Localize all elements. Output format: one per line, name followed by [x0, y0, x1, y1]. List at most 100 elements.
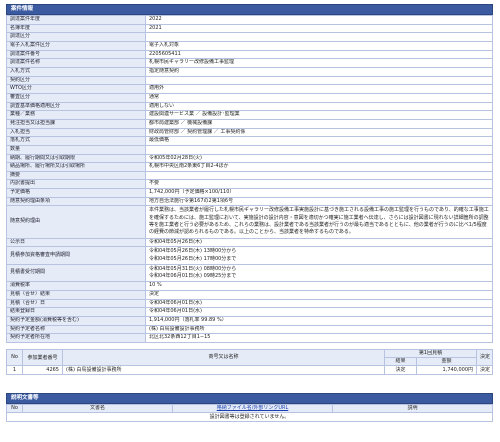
info-value: 財政局管財部 ／ 契約管理課 ／ 工事契約係	[145, 127, 493, 138]
info-row: 納期、履行期間又は引取期限 令和05年02月28日(火)	[6, 153, 493, 164]
info-value	[145, 32, 493, 42]
info-row: 業種／業務 建設関連サービス業 ／ 設備設計･監理業	[6, 110, 493, 120]
info-row: 落札方式 最低価格	[6, 136, 493, 146]
info-value: 北区北32条西12丁目1−15	[145, 333, 493, 344]
info-label: 電子入札案件区分	[6, 40, 146, 51]
info-label: 随意契約理由	[6, 205, 146, 239]
info-row: 摘要	[6, 170, 493, 181]
info-row: 納品場所、履行場所又は引取場所 札幌市中央区南2条東6丁目2-4ほか	[6, 162, 493, 172]
info-label: 調達案件番号	[6, 49, 146, 60]
col-decision: 決定	[476, 349, 493, 367]
info-label: 入札担当	[6, 127, 146, 138]
info-label: 公示日	[6, 237, 146, 248]
info-row: 入札担当 財政局管財部 ／ 契約管理課 ／ 工事契約係	[6, 127, 493, 138]
info-row: 調達案件番号 2205605411	[6, 49, 493, 60]
info-row: WTO区分 適用外	[6, 84, 493, 94]
info-value: 札幌市民ギャラリー改修設備工事監理	[145, 58, 493, 68]
info-label: 調達案件名称	[6, 58, 146, 68]
info-row: 消費税率 10 %	[6, 281, 493, 292]
info-label: 納品場所、履行場所又は引取場所	[6, 162, 146, 172]
info-value: 令和04年06月01日(水)	[145, 298, 493, 309]
info-label: 調達案件年度	[6, 15, 146, 25]
info-label: 納期、履行期間又は引取期限	[6, 153, 146, 164]
info-value: 1,914,000円（落札率 99.89 %）	[145, 316, 493, 326]
info-value: 2022	[145, 15, 493, 25]
info-row: 契約区分	[6, 75, 493, 86]
info-row: 調達区分	[6, 32, 493, 42]
info-label: 調達区分	[6, 32, 146, 42]
info-label: 入札方式	[6, 66, 146, 77]
documents-empty-message: 設計図書等は登録されていません。	[6, 412, 493, 423]
info-label: 内訳書提出	[6, 179, 146, 190]
info-row: 予定価格 1,742,000円（予定価格×100/110）	[6, 188, 493, 198]
info-row: 随意契約理由条項 地方自治法施行令第167の2第1項6号	[6, 196, 493, 207]
info-row: 契約予定者所在地 北区北32条西12丁目1−15	[6, 333, 493, 344]
col-doc-file: 格納ファイル名/外部リンクURL	[172, 404, 333, 414]
info-label: 数量	[6, 144, 146, 155]
info-value	[145, 170, 493, 181]
info-row: 数量	[6, 144, 493, 155]
info-value: 適用外	[145, 84, 493, 94]
info-row: 見積（合せ）日 令和04年06月01日(水)	[6, 298, 493, 309]
info-value: (株) 白鳥設備設計事務所	[145, 324, 493, 335]
info-value: 2205605411	[145, 49, 493, 60]
col-company-name: 商号又は名称	[62, 349, 385, 367]
info-row: 随意契約理由 本件業務は、当該業者が履行した札幌市民ギャラリー改修設備工事実施設計…	[6, 205, 493, 239]
row-company-name: (株) 白鳥設備設計事務所	[62, 365, 385, 376]
doc-file-header-link[interactable]: 格納ファイル名/外部リンクURL	[217, 406, 289, 412]
row-no: 1	[6, 365, 23, 376]
info-label: 契約区分	[6, 75, 146, 86]
col-first-estimate: 第1回見積	[384, 349, 477, 359]
info-value: 令和04年05月26日(木)	[145, 237, 493, 248]
info-label: 結果登録日	[6, 307, 146, 318]
info-row: 調査基準価格適用区分 適用しない	[6, 101, 493, 112]
row-result: 決定	[384, 365, 417, 376]
info-label: 見積（合せ）日	[6, 298, 146, 309]
info-value: 令和05年02月28日(火)	[145, 153, 493, 164]
info-label: 審査区分	[6, 92, 146, 103]
info-row: 調達案件名称 札幌市民ギャラリー改修設備工事監理	[6, 58, 493, 68]
info-label: 見積参加資格審査申請期間	[6, 246, 146, 265]
info-row: 名簿年度 2021	[6, 23, 493, 34]
info-value: 令和04年05月26日(木) 13時00分から 令和04年05月26日(木) 1…	[145, 246, 493, 265]
info-label: 契約予定者名称	[6, 324, 146, 335]
col-no: No	[6, 349, 23, 367]
info-value: 指定随意契約	[145, 66, 493, 77]
info-label: 摘要	[6, 170, 146, 181]
info-row: 契約予定者名称 (株) 白鳥設備設計事務所	[6, 324, 493, 335]
info-value: 決定	[145, 290, 493, 300]
info-row: 調達案件年度 2022	[6, 15, 493, 25]
info-row: 見積参加資格審査申請期間 令和04年05月26日(木) 13時00分から 令和04…	[6, 246, 493, 265]
info-label: 調査基準価格適用区分	[6, 101, 146, 112]
info-value: 通常	[145, 92, 493, 103]
info-value	[145, 75, 493, 86]
results-table: No 参加業者番号 商号又は名称 第1回見積 決定 結果 金額 1 4265 (…	[6, 349, 493, 376]
info-row: 内訳書提出 不要	[6, 179, 493, 190]
info-value: 地方自治法施行令第167の2第1項6号	[145, 196, 493, 207]
info-value	[145, 144, 493, 155]
info-value: 1,742,000円（予定価格×100/110）	[145, 188, 493, 198]
info-value: 適用しない	[145, 101, 493, 112]
table-row: 1 4265 (株) 白鳥設備設計事務所 決定 1,740,000円 決定	[6, 365, 493, 376]
info-value: 令和04年06月01日(水)	[145, 307, 493, 318]
info-row: 電子入札案件区分 電子入札対象	[6, 40, 493, 51]
info-label: 見積書受付期間	[6, 263, 146, 283]
info-row: 審査区分 通常	[6, 92, 493, 103]
col-bidder-number: 参加業者番号	[22, 349, 63, 367]
documents-table: No 文書名 格納ファイル名/外部リンクURL 説明 設計図書等は登録されていま…	[6, 404, 493, 423]
page-root: 案件情報 調達案件年度 2022 名簿年度 2021 調達区分 電子入札案件区分 電子入札対…	[6, 4, 493, 423]
info-row: 発注担当又は担当課 都市局建築部 ／ 機械設備課	[6, 118, 493, 129]
info-label: 予定価格	[6, 188, 146, 198]
info-label: 見積（合せ）結果	[6, 290, 146, 300]
info-label: 落札方式	[6, 136, 146, 146]
info-value: 都市局建築部 ／ 機械設備課	[145, 118, 493, 129]
info-value: 札幌市中央区南2条東6丁目2-4ほか	[145, 162, 493, 172]
info-value: 令和04年05月31日(火) 08時00分から 令和04年06月01日(水) 0…	[145, 263, 493, 283]
info-label: 名簿年度	[6, 23, 146, 34]
info-label: 消費税率	[6, 281, 146, 292]
info-row: 入札方式 指定随意契約	[6, 66, 493, 77]
info-value: 10 %	[145, 281, 493, 292]
info-row: 契約予定金額(消費税等を含む) 1,914,000円（落札率 99.89 %）	[6, 316, 493, 326]
row-decision: 決定	[476, 365, 493, 376]
empty-row: 設計図書等は登録されていません。	[6, 412, 493, 423]
